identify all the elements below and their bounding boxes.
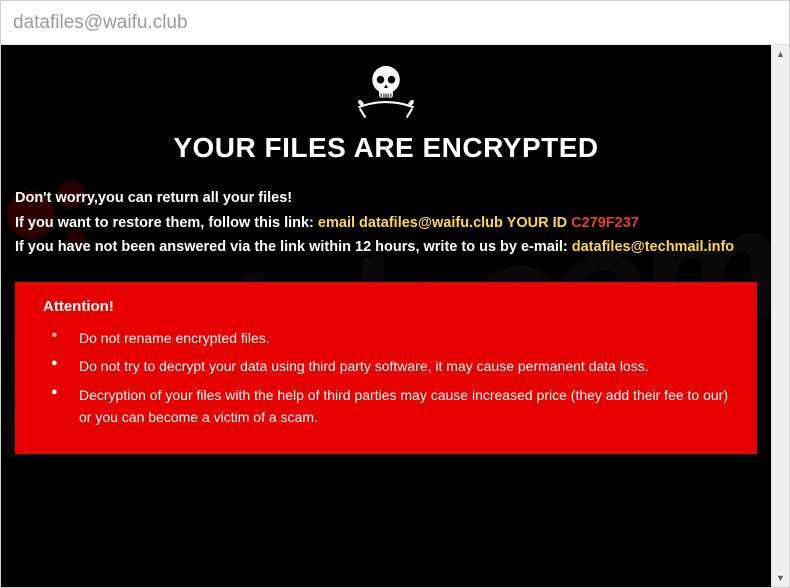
intro-line2-prefix: If you want to restore them, follow this… [15, 215, 318, 231]
scroll-up-icon[interactable]: ▲ [772, 45, 789, 63]
victim-id-value: C279F237 [571, 215, 639, 231]
list-item: Do not try to decrypt your data using th… [43, 355, 737, 377]
your-id-label: YOUR ID [503, 215, 571, 231]
intro-line3-prefix: If you have not been answered via the li… [15, 239, 572, 255]
window-title: datafiles@waifu.club [13, 12, 188, 34]
list-item: Decryption of your files with the help o… [43, 384, 737, 429]
skull-crossbones-icon [351, 59, 421, 121]
intro-line-1: Don't worry,you can return all your file… [15, 186, 757, 211]
ransom-note-body: pcrisk.com [1, 45, 771, 587]
vertical-scrollbar[interactable]: ▲ ▼ [771, 45, 789, 587]
contact-email-2: datafiles@techmail.info [572, 239, 734, 255]
scroll-down-icon[interactable]: ▼ [772, 569, 789, 587]
skull-container [15, 45, 757, 126]
list-item: Do not rename encrypted files. [43, 327, 737, 349]
app-window: datafiles@waifu.club pcrisk.com [0, 0, 790, 588]
content-area: pcrisk.com [1, 45, 789, 587]
contact-email-1: email datafiles@waifu.club [318, 215, 503, 231]
intro-line-3: If you have not been answered via the li… [15, 235, 757, 260]
intro-line-2: If you want to restore them, follow this… [15, 211, 757, 236]
window-titlebar: datafiles@waifu.club [1, 1, 789, 45]
attention-bullet-list: Do not rename encrypted files. Do not tr… [43, 327, 737, 429]
main-heading: YOUR FILES ARE ENCRYPTED [15, 132, 757, 164]
attention-panel: Attention! Do not rename encrypted files… [15, 282, 757, 455]
attention-title: Attention! [43, 298, 737, 315]
